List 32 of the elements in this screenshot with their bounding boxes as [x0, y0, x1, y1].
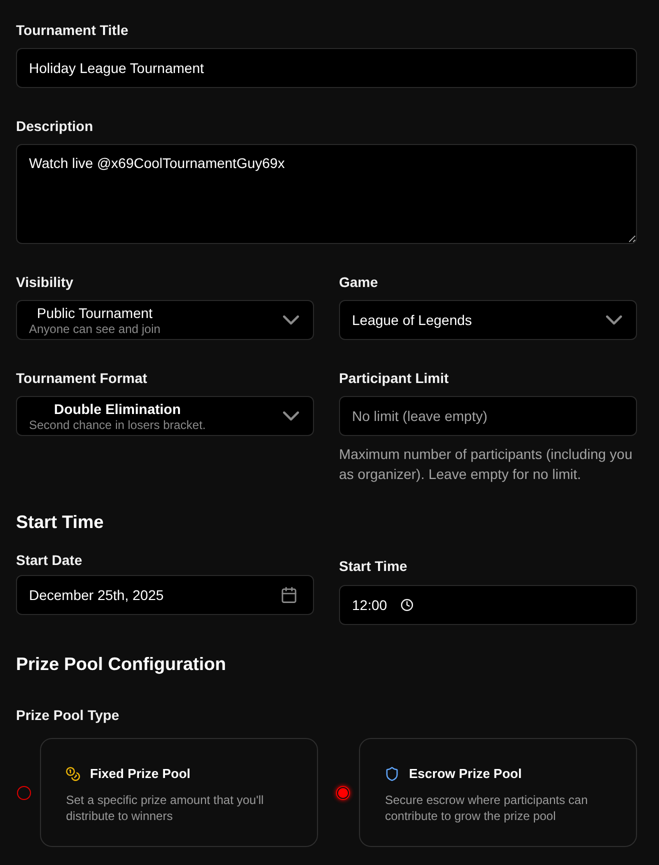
visibility-select[interactable]: Public Tournament Anyone can see and join	[16, 300, 314, 340]
option-description: Set a specific prize amount that you'll distribute to winners	[66, 792, 265, 824]
clock-icon	[401, 599, 414, 611]
field-label: Start Date	[16, 551, 84, 570]
time-input[interactable]: 12:00	[339, 585, 637, 625]
field-label: Description	[16, 117, 94, 136]
date-picker[interactable]: December 25th, 2025	[16, 575, 314, 615]
field-label: Tournament Format	[16, 369, 148, 388]
coins-icon	[66, 767, 80, 781]
field-label: Prize Pool Type	[16, 706, 120, 725]
radio-button[interactable]	[336, 786, 350, 800]
prize-option-card[interactable]: Fixed Prize Pool Set a specific prize amount that you'll distribute to winners	[40, 738, 318, 847]
participant-limit-input[interactable]: No limit (leave empty)	[339, 396, 637, 436]
title-input[interactable]: Holiday League Tournament	[16, 48, 637, 88]
option-title: Escrow Prize Pool	[409, 765, 522, 783]
format-select[interactable]: Double Elimination Second chance in losers bracket.	[16, 396, 314, 436]
help-text: Maximum number of participants (including you as organizer). Leave empty for no limit.	[339, 445, 634, 484]
field-label: Participant Limit	[339, 369, 450, 388]
prize-option-card[interactable]: Escrow Prize Pool Secure escrow where participants can contribute to grow the prize pool	[359, 738, 637, 847]
field-label: Visibility	[16, 273, 74, 292]
option-description: Secure escrow where participants can contribute to grow the prize pool	[385, 792, 589, 824]
calendar-icon	[281, 587, 297, 603]
field-label: Tournament Title	[16, 21, 130, 40]
field-label: Start Time	[339, 557, 408, 576]
section-heading: Prize Pool Configuration	[16, 653, 227, 676]
game-select[interactable]: League of Legends	[339, 300, 637, 340]
radio-button[interactable]	[17, 786, 31, 800]
section-heading: Start Time	[16, 511, 105, 534]
field-label: Game	[339, 273, 379, 292]
shield-icon	[385, 767, 399, 781]
option-title: Fixed Prize Pool	[90, 765, 190, 783]
description-textarea[interactable]: Watch live @x69CoolTournamentGuy69x	[16, 144, 637, 244]
